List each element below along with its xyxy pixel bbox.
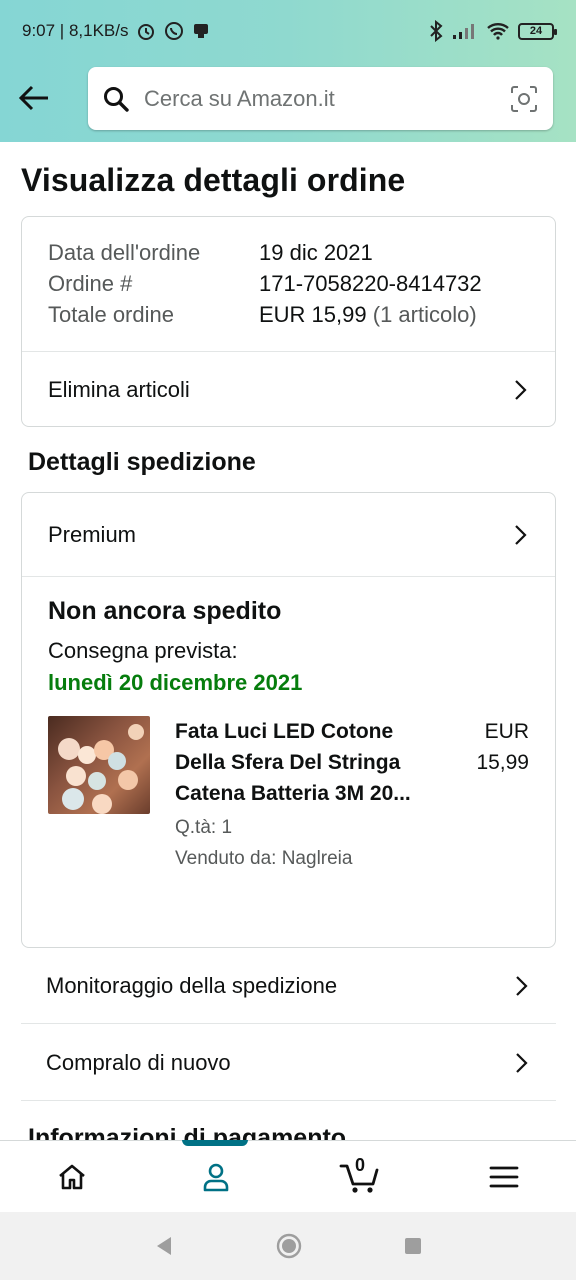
order-date-value: 19 dic 2021 bbox=[259, 240, 373, 265]
nav-account[interactable] bbox=[144, 1139, 288, 1213]
search-bar[interactable]: Cerca su Amazon.it bbox=[88, 67, 553, 130]
shipping-method-label: Premium bbox=[48, 521, 137, 547]
shipping-method-row[interactable]: Premium bbox=[22, 493, 555, 576]
back-button[interactable] bbox=[14, 78, 54, 118]
chevron-right-icon bbox=[516, 1052, 528, 1073]
bluetooth-icon bbox=[430, 20, 443, 42]
delete-items-row[interactable]: Elimina articoli bbox=[22, 352, 555, 428]
shipment-status: Non ancora spedito bbox=[48, 597, 282, 625]
arrow-left-icon bbox=[18, 85, 48, 111]
home-icon bbox=[59, 1164, 85, 1189]
search-input[interactable]: Cerca su Amazon.it bbox=[144, 86, 509, 112]
order-total-label: Totale ordine bbox=[48, 302, 174, 327]
system-navigation-bar bbox=[0, 1212, 576, 1280]
status-time: 9:07 | 8,1KB/s bbox=[22, 21, 129, 40]
chevron-right-icon bbox=[516, 975, 528, 996]
user-icon bbox=[203, 1163, 229, 1191]
product-image[interactable] bbox=[48, 716, 150, 814]
app-header: 9:07 | 8,1KB/s 24 Cerca su Amazon.it bbox=[0, 0, 576, 142]
order-number-row: Ordine # 171-7058220-8414732 bbox=[48, 268, 529, 299]
order-number-value: 171-7058220-8414732 bbox=[259, 271, 482, 296]
shipping-section-title: Dettagli spedizione bbox=[28, 448, 256, 476]
track-shipment-label: Monitoraggio della spedizione bbox=[46, 972, 338, 998]
delete-items-label: Elimina articoli bbox=[48, 377, 190, 402]
price-value: 15,99 bbox=[476, 751, 529, 774]
battery-indicator: 24 bbox=[518, 22, 557, 40]
order-total-row: Totale ordine EUR 15,99 (1 articolo) bbox=[48, 299, 529, 330]
bottom-navigation: 0 bbox=[0, 1139, 576, 1213]
alarm-icon bbox=[138, 24, 155, 40]
payment-section-title: Informazioni di pagamento bbox=[28, 1124, 347, 1140]
delivery-date: lunedì 20 dicembre 2021 bbox=[48, 670, 303, 695]
delivery-label: Consegna prevista: bbox=[48, 638, 238, 663]
status-bar: 9:07 | 8,1KB/s 24 bbox=[0, 0, 576, 62]
shipping-card: Premium Non ancora spedito Consegna prev… bbox=[21, 492, 556, 948]
order-number-label: Ordine # bbox=[48, 271, 133, 296]
cart-count: 0 bbox=[355, 1154, 366, 1175]
system-home-icon[interactable] bbox=[275, 1232, 303, 1260]
track-shipment-row[interactable]: Monitoraggio della spedizione bbox=[21, 948, 556, 1024]
notification-icon bbox=[194, 24, 209, 38]
system-back-icon[interactable] bbox=[153, 1235, 175, 1257]
order-total-value: EUR 15,99 bbox=[259, 302, 367, 327]
product-quantity: Q.tà: 1 bbox=[175, 817, 233, 838]
camera-icon[interactable] bbox=[509, 84, 539, 114]
product-seller: Venduto da: Naglreia bbox=[175, 848, 353, 869]
order-details-page: Visualizza dettagli ordine Data dell'ord… bbox=[0, 142, 576, 1140]
chevron-right-icon bbox=[515, 380, 527, 400]
wifi-icon bbox=[487, 23, 509, 40]
buy-again-row[interactable]: Compralo di nuovo bbox=[21, 1025, 556, 1101]
search-icon bbox=[104, 86, 129, 112]
system-recents-icon[interactable] bbox=[403, 1236, 423, 1256]
nav-menu[interactable] bbox=[432, 1141, 576, 1213]
page-title: Visualizza dettagli ordine bbox=[21, 162, 406, 198]
active-tab-indicator bbox=[182, 1139, 248, 1146]
product-price: EUR 15,99 bbox=[439, 716, 529, 871]
order-date-row: Data dell'ordine 19 dic 2021 bbox=[48, 237, 529, 268]
signal-icon bbox=[453, 24, 474, 39]
nav-cart[interactable]: 0 bbox=[288, 1141, 432, 1213]
order-item-count: (1 articolo) bbox=[372, 302, 477, 327]
whatsapp-icon bbox=[165, 22, 184, 40]
chevron-right-icon bbox=[515, 524, 527, 545]
nav-home[interactable] bbox=[0, 1141, 144, 1213]
price-currency: EUR bbox=[484, 720, 529, 743]
order-summary-card: Data dell'ordine 19 dic 2021 Ordine # 17… bbox=[21, 216, 556, 427]
product-title[interactable]: Fata Luci LED Cotone Della Sfera Del Str… bbox=[175, 716, 415, 809]
menu-icon bbox=[489, 1166, 519, 1187]
order-item: Fata Luci LED Cotone Della Sfera Del Str… bbox=[48, 716, 529, 871]
order-date-label: Data dell'ordine bbox=[48, 240, 201, 265]
buy-again-label: Compralo di nuovo bbox=[46, 1049, 231, 1075]
